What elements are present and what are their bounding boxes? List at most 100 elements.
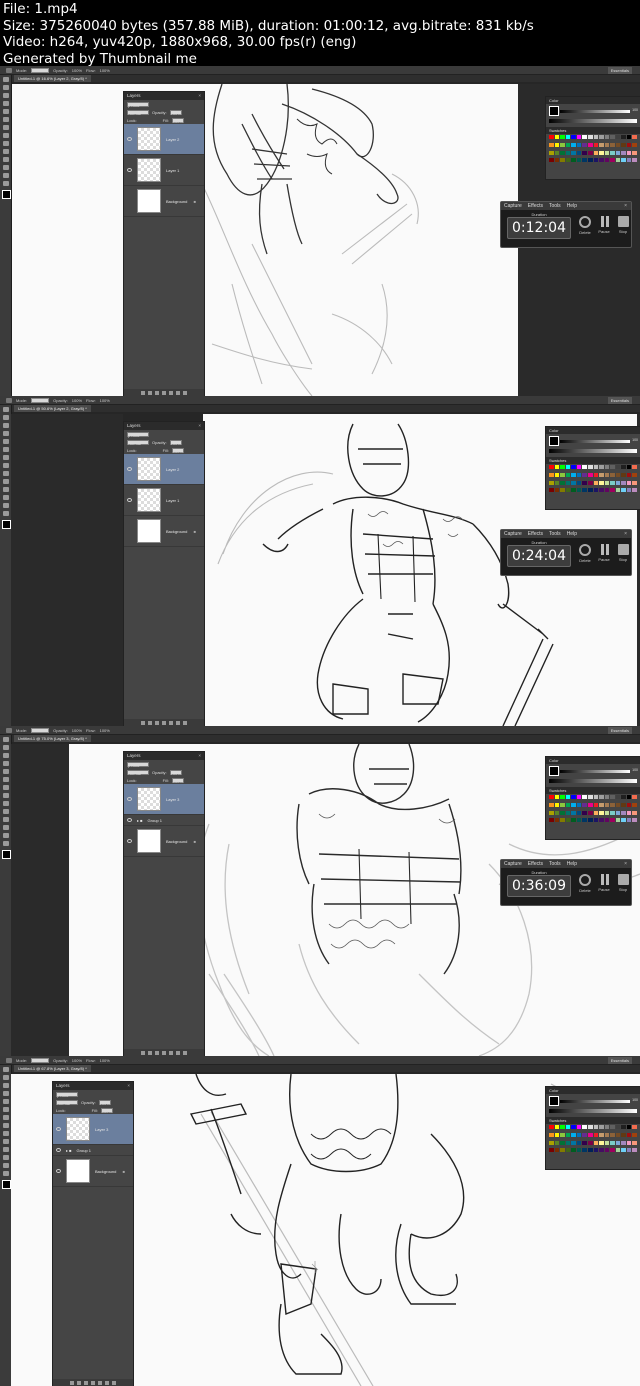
swatch-cell[interactable] xyxy=(587,472,593,477)
swatch-cell[interactable] xyxy=(582,480,587,485)
blend-mode-select[interactable]: Normal xyxy=(127,109,149,116)
eyedropper-tool-icon[interactable] xyxy=(2,117,9,122)
marquee-tool-icon[interactable] xyxy=(2,745,9,750)
visibility-eye-icon[interactable] xyxy=(56,1169,61,1173)
type-tool-icon[interactable] xyxy=(2,1155,9,1160)
zoom-tool-icon[interactable] xyxy=(2,181,9,186)
swatch-cell[interactable] xyxy=(610,818,615,823)
visibility-eye-icon[interactable] xyxy=(127,818,132,822)
swatch-cell[interactable] xyxy=(582,150,587,155)
document-tab[interactable]: Untitled-1 @ 50.6% (Layer 2, Gray/8) * xyxy=(14,405,91,412)
fill-field[interactable]: 100% xyxy=(171,447,184,454)
swatch-cell[interactable] xyxy=(576,1132,582,1137)
trash-icon[interactable] xyxy=(183,1051,187,1055)
k-slider[interactable] xyxy=(560,440,630,443)
kind-filter-select[interactable]: ρ Kind xyxy=(127,101,149,108)
layer-opacity-field[interactable]: 100% xyxy=(98,1099,111,1106)
hand-tool-icon[interactable] xyxy=(2,1163,9,1168)
swatch-cell[interactable] xyxy=(576,158,582,163)
swatch-cell[interactable] xyxy=(610,158,615,163)
visibility-eye-icon[interactable] xyxy=(56,1148,61,1152)
swatch-cell[interactable] xyxy=(626,142,632,147)
panel-close-icon[interactable]: × xyxy=(198,92,201,100)
stop-button[interactable]: Stop xyxy=(614,544,632,562)
eraser-tool-icon[interactable] xyxy=(2,1131,9,1136)
swatch-cell[interactable] xyxy=(610,135,615,139)
swatch-cell[interactable] xyxy=(565,488,571,493)
eraser-tool-icon[interactable] xyxy=(2,801,9,806)
gradient-tool-icon[interactable] xyxy=(2,809,9,814)
fx-icon[interactable] xyxy=(148,721,152,725)
layer-item[interactable]: Layer 3 xyxy=(53,1114,133,1145)
swatch-cell[interactable] xyxy=(626,802,632,807)
swatch-cell[interactable] xyxy=(560,465,565,469)
swatch-cell[interactable] xyxy=(604,142,610,147)
swatch-cell[interactable] xyxy=(587,795,593,799)
hand-tool-icon[interactable] xyxy=(2,173,9,178)
swatch-cell[interactable] xyxy=(632,802,637,807)
layer-item[interactable]: Background ■ xyxy=(124,186,204,217)
swatch-cell[interactable] xyxy=(610,465,615,469)
swatch-cell[interactable] xyxy=(571,802,576,807)
swatch-cell[interactable] xyxy=(560,1125,565,1129)
swatch-cell[interactable] xyxy=(587,488,593,493)
swatch-cell[interactable] xyxy=(554,488,560,493)
swatch-cell[interactable] xyxy=(560,150,565,155)
pen-tool-icon[interactable] xyxy=(2,157,9,162)
swatch-cell[interactable] xyxy=(554,802,560,807)
swatch-cell[interactable] xyxy=(626,818,632,823)
color-ramp[interactable] xyxy=(549,449,637,453)
swatch-cell[interactable] xyxy=(621,150,626,155)
swatch-cell[interactable] xyxy=(632,810,637,815)
swatch-cell[interactable] xyxy=(565,158,571,163)
swatch-cell[interactable] xyxy=(604,150,610,155)
flow-value[interactable]: 100% xyxy=(100,68,110,73)
swatch-cell[interactable] xyxy=(565,1140,571,1145)
swatch-cell[interactable] xyxy=(571,150,576,155)
visibility-eye-icon[interactable] xyxy=(127,168,132,172)
swatch-cell[interactable] xyxy=(549,1132,554,1137)
swatch-cell[interactable] xyxy=(621,472,626,477)
swatch-cell[interactable] xyxy=(565,150,571,155)
k-value[interactable]: 100 xyxy=(632,108,638,112)
folder-icon[interactable] xyxy=(169,721,173,725)
swatch-cell[interactable] xyxy=(599,1125,604,1129)
fill-field[interactable]: 100% xyxy=(100,1107,113,1114)
swatch-cell[interactable] xyxy=(565,1125,571,1129)
swatch-cell[interactable] xyxy=(610,142,615,147)
swatch-cell[interactable] xyxy=(615,795,621,799)
swatch-cell[interactable] xyxy=(632,142,637,147)
swatch-cell[interactable] xyxy=(621,480,626,485)
kind-filter-select[interactable]: ρ Kind xyxy=(127,761,149,768)
mask-icon[interactable] xyxy=(155,391,159,395)
swatch-cell[interactable] xyxy=(632,158,637,163)
fx-icon[interactable] xyxy=(148,391,152,395)
brush-tool-icon[interactable] xyxy=(6,67,12,73)
swatch-cell[interactable] xyxy=(599,818,604,823)
eraser-tool-icon[interactable] xyxy=(2,471,9,476)
swatch-cell[interactable] xyxy=(599,142,604,147)
swatch-cell[interactable] xyxy=(587,150,593,155)
swatch-cell[interactable] xyxy=(621,465,626,469)
swatch-cell[interactable] xyxy=(587,1148,593,1153)
gradient-tool-icon[interactable] xyxy=(2,149,9,154)
adjustment-icon[interactable] xyxy=(162,391,166,395)
mode-select[interactable] xyxy=(31,397,50,403)
new-layer-icon[interactable] xyxy=(176,1051,180,1055)
swatch-cell[interactable] xyxy=(604,158,610,163)
gradient-tool-icon[interactable] xyxy=(2,479,9,484)
type-tool-icon[interactable] xyxy=(2,495,9,500)
blend-mode-select[interactable]: Normal xyxy=(127,439,149,446)
swatch-cell[interactable] xyxy=(560,1148,565,1153)
swatch-cell[interactable] xyxy=(549,465,554,469)
swatch-cell[interactable] xyxy=(604,795,610,799)
swatch-cell[interactable] xyxy=(621,1140,626,1145)
layer-item[interactable]: Layer 1 xyxy=(124,485,204,516)
mode-select[interactable] xyxy=(31,67,50,73)
swatch-cell[interactable] xyxy=(621,1132,626,1137)
swatch-cell[interactable] xyxy=(549,818,554,823)
eyedropper-tool-icon[interactable] xyxy=(2,777,9,782)
swatch-cell[interactable] xyxy=(582,1132,587,1137)
swatch-cell[interactable] xyxy=(549,150,554,155)
swatch-cell[interactable] xyxy=(571,135,576,139)
